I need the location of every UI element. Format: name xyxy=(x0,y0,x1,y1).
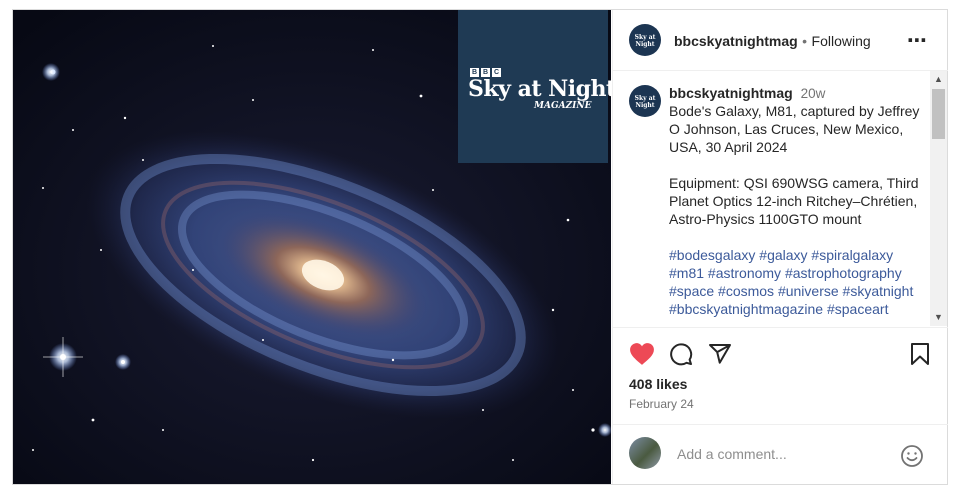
header-username[interactable]: bbcskyatnightmag xyxy=(674,33,798,49)
caption-avatar[interactable]: Sky at Night xyxy=(629,85,661,117)
following-button[interactable]: Following xyxy=(812,33,871,49)
likes-count[interactable]: 408 likes xyxy=(629,376,687,392)
more-options-icon[interactable]: ⋯ xyxy=(907,28,928,53)
avatar-label: Sky at Night xyxy=(634,34,656,48)
caption-header: bbcskyatnightmag 20w xyxy=(669,85,825,101)
comment-icon[interactable] xyxy=(669,342,693,371)
share-icon[interactable] xyxy=(708,342,732,371)
caption-body: Bode's Galaxy, M81, captured by Jeffrey … xyxy=(669,103,920,227)
brand-subtitle: MAGAZINE xyxy=(534,101,592,111)
action-bar: 408 likes February 24 xyxy=(613,327,948,485)
brand-title: Sky at Night xyxy=(468,76,611,102)
scroll-up-arrow-icon[interactable]: ▲ xyxy=(930,71,947,88)
scrollbar-thumb[interactable] xyxy=(932,89,945,139)
post-date[interactable]: February 24 xyxy=(629,397,694,411)
caption-scrollbar[interactable]: ▲ ▼ xyxy=(930,71,947,326)
heart-icon[interactable] xyxy=(629,342,655,371)
post-sidebar: Sky at Night bbcskyatnightmag • Followin… xyxy=(612,10,948,484)
caption-username[interactable]: bbcskyatnightmag xyxy=(669,85,793,101)
header-meta: bbcskyatnightmag • Following xyxy=(674,33,871,51)
post-image[interactable]: B B C Sky at Night MAGAZINE xyxy=(13,10,611,484)
caption-time[interactable]: 20w xyxy=(801,86,826,101)
post-header: Sky at Night bbcskyatnightmag • Followin… xyxy=(613,10,948,71)
bookmark-icon[interactable] xyxy=(909,342,931,371)
comment-row xyxy=(613,424,948,485)
scroll-down-arrow-icon[interactable]: ▼ xyxy=(930,309,947,326)
brand-logo: B B C Sky at Night MAGAZINE xyxy=(458,10,611,163)
caption-text: Bode's Galaxy, M81, captured by Jeffrey … xyxy=(669,102,927,318)
comment-input[interactable] xyxy=(675,445,889,463)
caption-area: Sky at Night bbcskyatnightmag 20w Bode's… xyxy=(613,71,932,326)
caption-hashtags[interactable]: #bodesgalaxy #galaxy #spiralgalaxy #m81 … xyxy=(669,247,913,317)
separator-dot: • xyxy=(802,33,808,49)
account-avatar[interactable]: Sky at Night xyxy=(629,24,661,56)
avatar-label: Sky at Night xyxy=(634,95,656,109)
emoji-icon[interactable] xyxy=(900,444,924,473)
user-avatar xyxy=(629,437,661,469)
